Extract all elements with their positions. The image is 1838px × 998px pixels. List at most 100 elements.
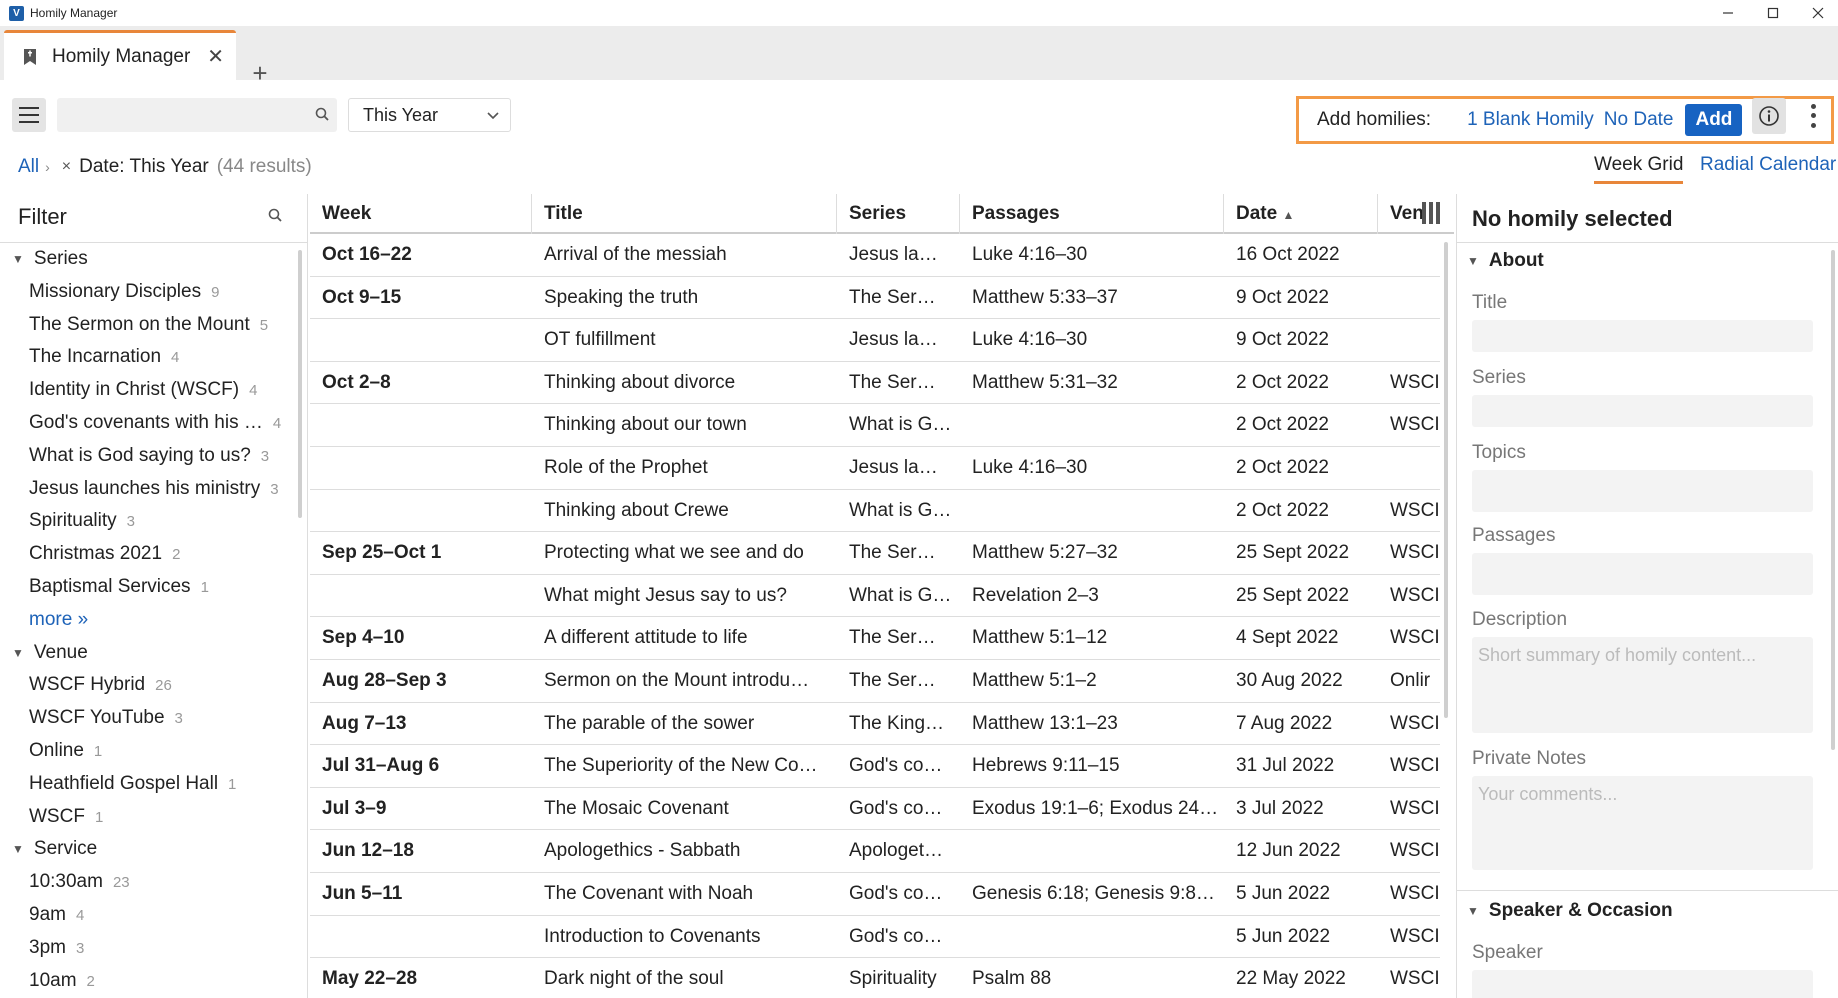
- filter-item[interactable]: Heathfield Gospel Hall 1: [29, 773, 236, 795]
- filter-item[interactable]: Baptismal Services 1: [29, 576, 209, 598]
- speaker-field[interactable]: [1472, 970, 1813, 998]
- filter-item[interactable]: WSCF 1: [29, 806, 103, 828]
- filter-item[interactable]: 9am 4: [29, 904, 84, 926]
- speaker-section-toggle[interactable]: ▼ Speaker & Occasion: [1467, 900, 1673, 922]
- filter-item[interactable]: The Incarnation 4: [29, 346, 179, 368]
- kebab-menu-button[interactable]: [1806, 102, 1820, 130]
- new-tab-button[interactable]: +: [248, 60, 272, 86]
- filter-item[interactable]: 10am 2: [29, 970, 95, 992]
- filter-item[interactable]: 10:30am 23: [29, 871, 130, 893]
- blank-homily-option[interactable]: 1 Blank Homily: [1467, 109, 1594, 131]
- cell-passages: Matthew 13:1–23: [972, 712, 1118, 734]
- column-header-venue[interactable]: Venue: [1378, 194, 1422, 234]
- table-row[interactable]: Aug 7–13 The parable of the sower The King…: [310, 703, 1440, 746]
- filter-item[interactable]: Online 1: [29, 740, 102, 762]
- cell-week: [310, 404, 532, 446]
- about-section-toggle[interactable]: ▼ About: [1467, 250, 1544, 272]
- filter-item[interactable]: Spirituality 3: [29, 510, 135, 532]
- tab-radial-calendar[interactable]: Radial Calendar: [1700, 154, 1836, 184]
- filter-item[interactable]: God's covenants with his … 4: [29, 412, 281, 434]
- no-date-option[interactable]: No Date: [1604, 109, 1674, 131]
- cell-date: 5 Jun 2022: [1236, 925, 1331, 947]
- cell-title: Introduction to Covenants: [544, 925, 761, 947]
- table-row[interactable]: Jun 12–18 Apologethics - Sabbath Apologet……: [310, 830, 1440, 873]
- hamburger-menu-button[interactable]: [12, 98, 46, 132]
- close-icon: [1812, 7, 1824, 19]
- table-row[interactable]: Thinking about Crewe What is G… 2 Oct 2022…: [310, 490, 1440, 533]
- filter-group-series[interactable]: ▼ Series: [12, 248, 88, 270]
- date-range-select[interactable]: This Year: [348, 98, 511, 132]
- table-row[interactable]: Sep 4–10 A different attitude to life The …: [310, 617, 1440, 660]
- tab-homily-manager[interactable]: Homily Manager ✕: [4, 30, 236, 80]
- description-field[interactable]: Short summary of homily content...: [1472, 637, 1813, 733]
- table-row[interactable]: What might Jesus say to us? What is G… Rev…: [310, 575, 1440, 618]
- table-row[interactable]: Introduction to Covenants God's co… 5 Jun …: [310, 916, 1440, 959]
- filter-group-venue[interactable]: ▼ Venue: [12, 642, 88, 664]
- grid-scrollbar[interactable]: [1444, 242, 1448, 718]
- filter-item[interactable]: Identity in Christ (WSCF) 4: [29, 379, 257, 401]
- search-icon[interactable]: [315, 107, 329, 121]
- series-field[interactable]: [1472, 395, 1813, 427]
- column-header-date[interactable]: Date ▲: [1224, 194, 1378, 234]
- table-row[interactable]: OT fulfillment Jesus la… Luke 4:16–30 9 Oct…: [310, 319, 1440, 362]
- tab-close-icon[interactable]: ✕: [207, 44, 224, 69]
- table-row[interactable]: Oct 2–8 Thinking about divorce The Ser… Mat…: [310, 362, 1440, 405]
- chevron-down-icon: [487, 112, 499, 120]
- filter-item-count: 4: [75, 907, 85, 924]
- table-row[interactable]: Aug 28–Sep 3 Sermon on the Mount introdu……: [310, 660, 1440, 703]
- column-picker-icon[interactable]: [1422, 202, 1444, 224]
- info-button[interactable]: [1752, 98, 1786, 134]
- filter-group-service[interactable]: ▼ Service: [12, 838, 97, 860]
- cell-venue: WSCI: [1390, 542, 1440, 564]
- cell-title: Thinking about Crewe: [544, 499, 729, 521]
- filter-item[interactable]: Jesus launches his ministry 3: [29, 478, 279, 500]
- column-header-title[interactable]: Title: [532, 194, 837, 234]
- column-header-week[interactable]: Week: [310, 194, 532, 234]
- remove-filter-icon[interactable]: ×: [62, 158, 71, 176]
- filter-item[interactable]: WSCF YouTube 3: [29, 707, 183, 729]
- private-notes-field[interactable]: Your comments...: [1472, 776, 1813, 870]
- table-row[interactable]: Jun 5–11 The Covenant with Noah God's co… G…: [310, 873, 1440, 916]
- filter-item[interactable]: The Sermon on the Mount 5: [29, 314, 268, 336]
- column-header-passages[interactable]: Passages: [960, 194, 1224, 234]
- topics-field[interactable]: [1472, 470, 1813, 512]
- filter-item[interactable]: 3pm 3: [29, 937, 84, 959]
- minimize-button[interactable]: [1712, 0, 1744, 26]
- table-row[interactable]: Oct 16–22 Arrival of the messiah Jesus la……: [310, 234, 1440, 277]
- sort-ascending-icon: ▲: [1282, 208, 1295, 222]
- title-field[interactable]: [1472, 320, 1813, 352]
- tab-week-grid[interactable]: Week Grid: [1594, 154, 1684, 184]
- filter-item-label: Christmas 2021: [29, 543, 163, 565]
- filter-item-label: Identity in Christ (WSCF): [29, 379, 240, 401]
- table-row[interactable]: Jul 31–Aug 6 The Superiority of the New C…: [310, 745, 1440, 788]
- filter-item-count: 26: [155, 677, 172, 695]
- search-input[interactable]: [57, 98, 297, 132]
- column-header-series[interactable]: Series: [837, 194, 960, 234]
- detail-scrollbar[interactable]: [1831, 250, 1835, 750]
- cell-passages: Luke 4:16–30: [972, 329, 1088, 351]
- filter-search-icon[interactable]: [268, 208, 282, 222]
- table-row[interactable]: Sep 25–Oct 1 Protecting what we see and d…: [310, 532, 1440, 575]
- table-row[interactable]: May 22–28 Dark night of the soul Spiritual…: [310, 958, 1440, 998]
- filter-item[interactable]: Missionary Disciples 9: [29, 281, 219, 303]
- info-icon: [1759, 106, 1779, 126]
- add-button[interactable]: Add: [1685, 104, 1743, 136]
- filter-item[interactable]: What is God saying to us? 3: [29, 445, 269, 467]
- table-row[interactable]: Jul 3–9 The Mosaic Covenant God's co… Exodu…: [310, 788, 1440, 831]
- maximize-button[interactable]: [1757, 0, 1789, 26]
- cell-date: 2 Oct 2022: [1236, 414, 1329, 436]
- filter-more-link[interactable]: more »: [29, 609, 88, 631]
- table-row[interactable]: Oct 9–15 Speaking the truth The Ser… Matthe…: [310, 277, 1440, 320]
- caret-down-icon: ▼: [1467, 254, 1479, 268]
- breadcrumb-all[interactable]: All: [18, 156, 39, 178]
- passages-field[interactable]: [1472, 553, 1813, 595]
- app-logo-icon: V: [9, 5, 24, 21]
- filter-item[interactable]: Christmas 2021 2: [29, 543, 180, 565]
- window-close-button[interactable]: [1802, 0, 1834, 26]
- cell-title: OT fulfillment: [544, 329, 656, 351]
- table-row[interactable]: Thinking about our town What is G… 2 Oct 2…: [310, 404, 1440, 447]
- filter-item-count: 3: [270, 480, 279, 498]
- filter-item[interactable]: WSCF Hybrid 26: [29, 674, 172, 696]
- table-row[interactable]: Role of the Prophet Jesus la… Luke 4:16–30…: [310, 447, 1440, 490]
- filter-scrollbar[interactable]: [298, 250, 302, 518]
